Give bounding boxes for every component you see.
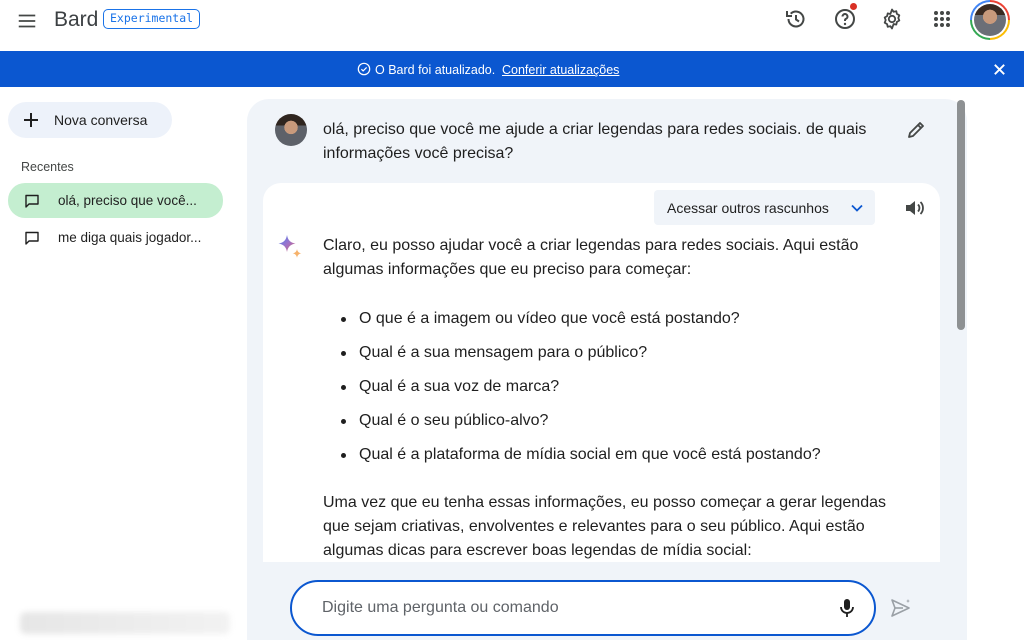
list-item: Qual é a sua voz de marca? (341, 375, 821, 409)
microphone-icon[interactable] (836, 597, 858, 619)
list-item: Qual é o seu público-alvo? (341, 409, 821, 443)
chat-bubble-icon (25, 194, 39, 208)
prompt-input-box[interactable] (290, 580, 876, 636)
top-bar: Bard Experimental (0, 0, 1024, 50)
check-circle-icon (357, 62, 371, 76)
history-icon[interactable] (784, 7, 808, 31)
user-message: olá, preciso que você me ajude a criar l… (323, 121, 867, 162)
recent-chat-item[interactable]: olá, preciso que você... (8, 183, 223, 218)
gear-icon[interactable] (880, 7, 904, 31)
new-chat-button[interactable]: Nova conversa (8, 102, 172, 138)
close-icon[interactable] (992, 62, 1007, 77)
drafts-label: Acessar outros rascunhos (667, 200, 829, 216)
menu-icon[interactable] (16, 10, 38, 32)
list-item: Qual é a plataforma de mídia social em q… (341, 443, 821, 477)
response-list: O que é a imagem ou vídeo que você está … (341, 307, 821, 477)
recent-chat-item[interactable]: me diga quais jogador... (8, 220, 223, 255)
bard-sparkle-icon (278, 235, 302, 258)
user-avatar (275, 114, 307, 146)
blurred-footer (20, 612, 230, 634)
response-intro: Claro, eu posso ajudar você a criar lege… (323, 237, 859, 278)
new-chat-label: Nova conversa (54, 112, 148, 128)
prompt-input[interactable] (322, 596, 802, 620)
brand-logo[interactable]: Bard (54, 8, 98, 32)
banner-text: O Bard foi atualizado. (375, 63, 496, 77)
apps-grid-icon[interactable] (930, 7, 954, 31)
account-avatar[interactable] (970, 0, 1010, 40)
response-outro: Uma vez que eu tenha essas informações, … (323, 494, 886, 559)
speaker-icon[interactable] (903, 197, 925, 219)
edit-pencil-icon[interactable] (906, 120, 926, 140)
experimental-badge: Experimental (103, 9, 201, 29)
help-icon[interactable] (833, 7, 857, 31)
notification-dot (850, 3, 857, 10)
banner-updates-link[interactable]: Conferir atualizações (502, 63, 619, 77)
chat-bubble-icon (25, 231, 39, 245)
scrollbar[interactable] (957, 100, 965, 330)
view-drafts-button[interactable]: Acessar outros rascunhos (654, 190, 875, 225)
update-banner: O Bard foi atualizado. Conferir atualiza… (0, 51, 1024, 87)
list-item: O que é a imagem ou vídeo que você está … (341, 307, 821, 341)
recent-heading: Recentes (21, 160, 74, 174)
recent-chat-label: me diga quais jogador... (58, 230, 202, 245)
list-item: Qual é a sua mensagem para o público? (341, 341, 821, 375)
recent-chat-label: olá, preciso que você... (58, 193, 197, 208)
plus-icon (24, 113, 38, 127)
send-icon[interactable] (890, 597, 912, 619)
chevron-down-icon (851, 204, 863, 212)
